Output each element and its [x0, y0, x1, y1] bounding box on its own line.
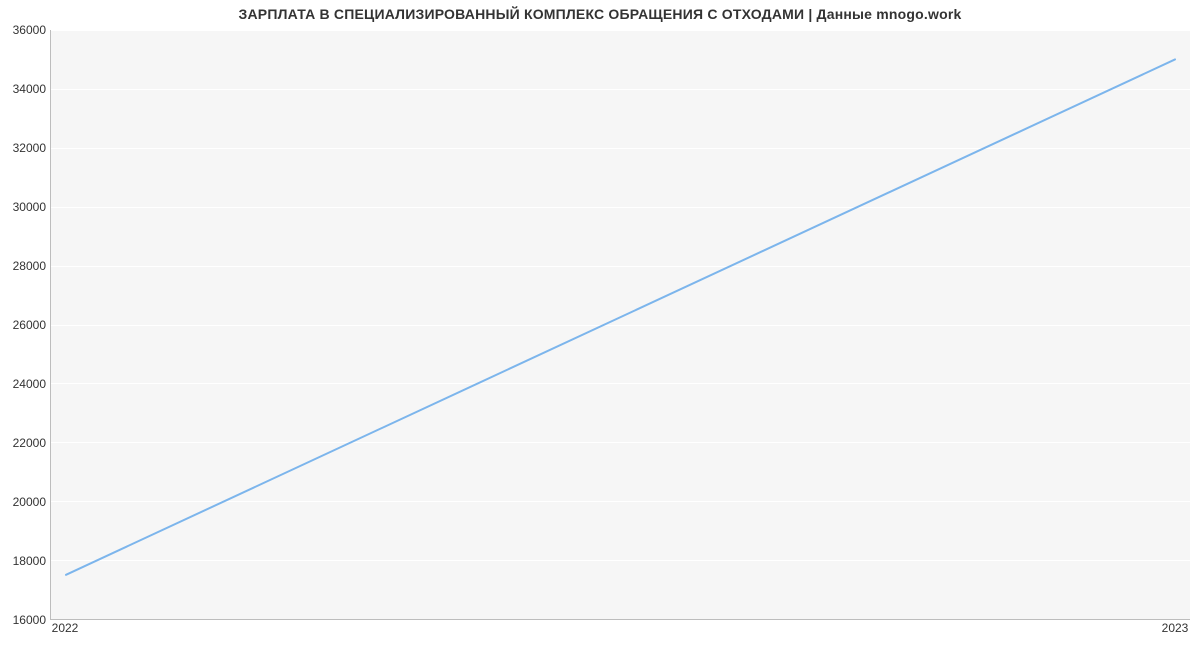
y-tick-label: 36000	[13, 23, 46, 37]
y-tick-label: 32000	[13, 141, 46, 155]
y-tick-label: 24000	[13, 377, 46, 391]
y-tick-label: 30000	[13, 200, 46, 214]
plot-area	[50, 30, 1190, 620]
series-line	[66, 59, 1175, 574]
chart-container: ЗАРПЛАТА В СПЕЦИАЛИЗИРОВАННЫЙ КОМПЛЕКС О…	[0, 0, 1200, 650]
x-tick-label: 2022	[52, 621, 79, 635]
y-tick-label: 34000	[13, 82, 46, 96]
y-tick-label: 16000	[13, 613, 46, 627]
y-tick-label: 18000	[13, 554, 46, 568]
y-tick-label: 20000	[13, 495, 46, 509]
y-tick-label: 22000	[13, 436, 46, 450]
y-tick-label: 28000	[13, 259, 46, 273]
y-tick-label: 26000	[13, 318, 46, 332]
chart-title: ЗАРПЛАТА В СПЕЦИАЛИЗИРОВАННЫЙ КОМПЛЕКС О…	[0, 6, 1200, 22]
line-layer	[51, 30, 1190, 619]
x-tick-label: 2023	[1162, 621, 1189, 635]
